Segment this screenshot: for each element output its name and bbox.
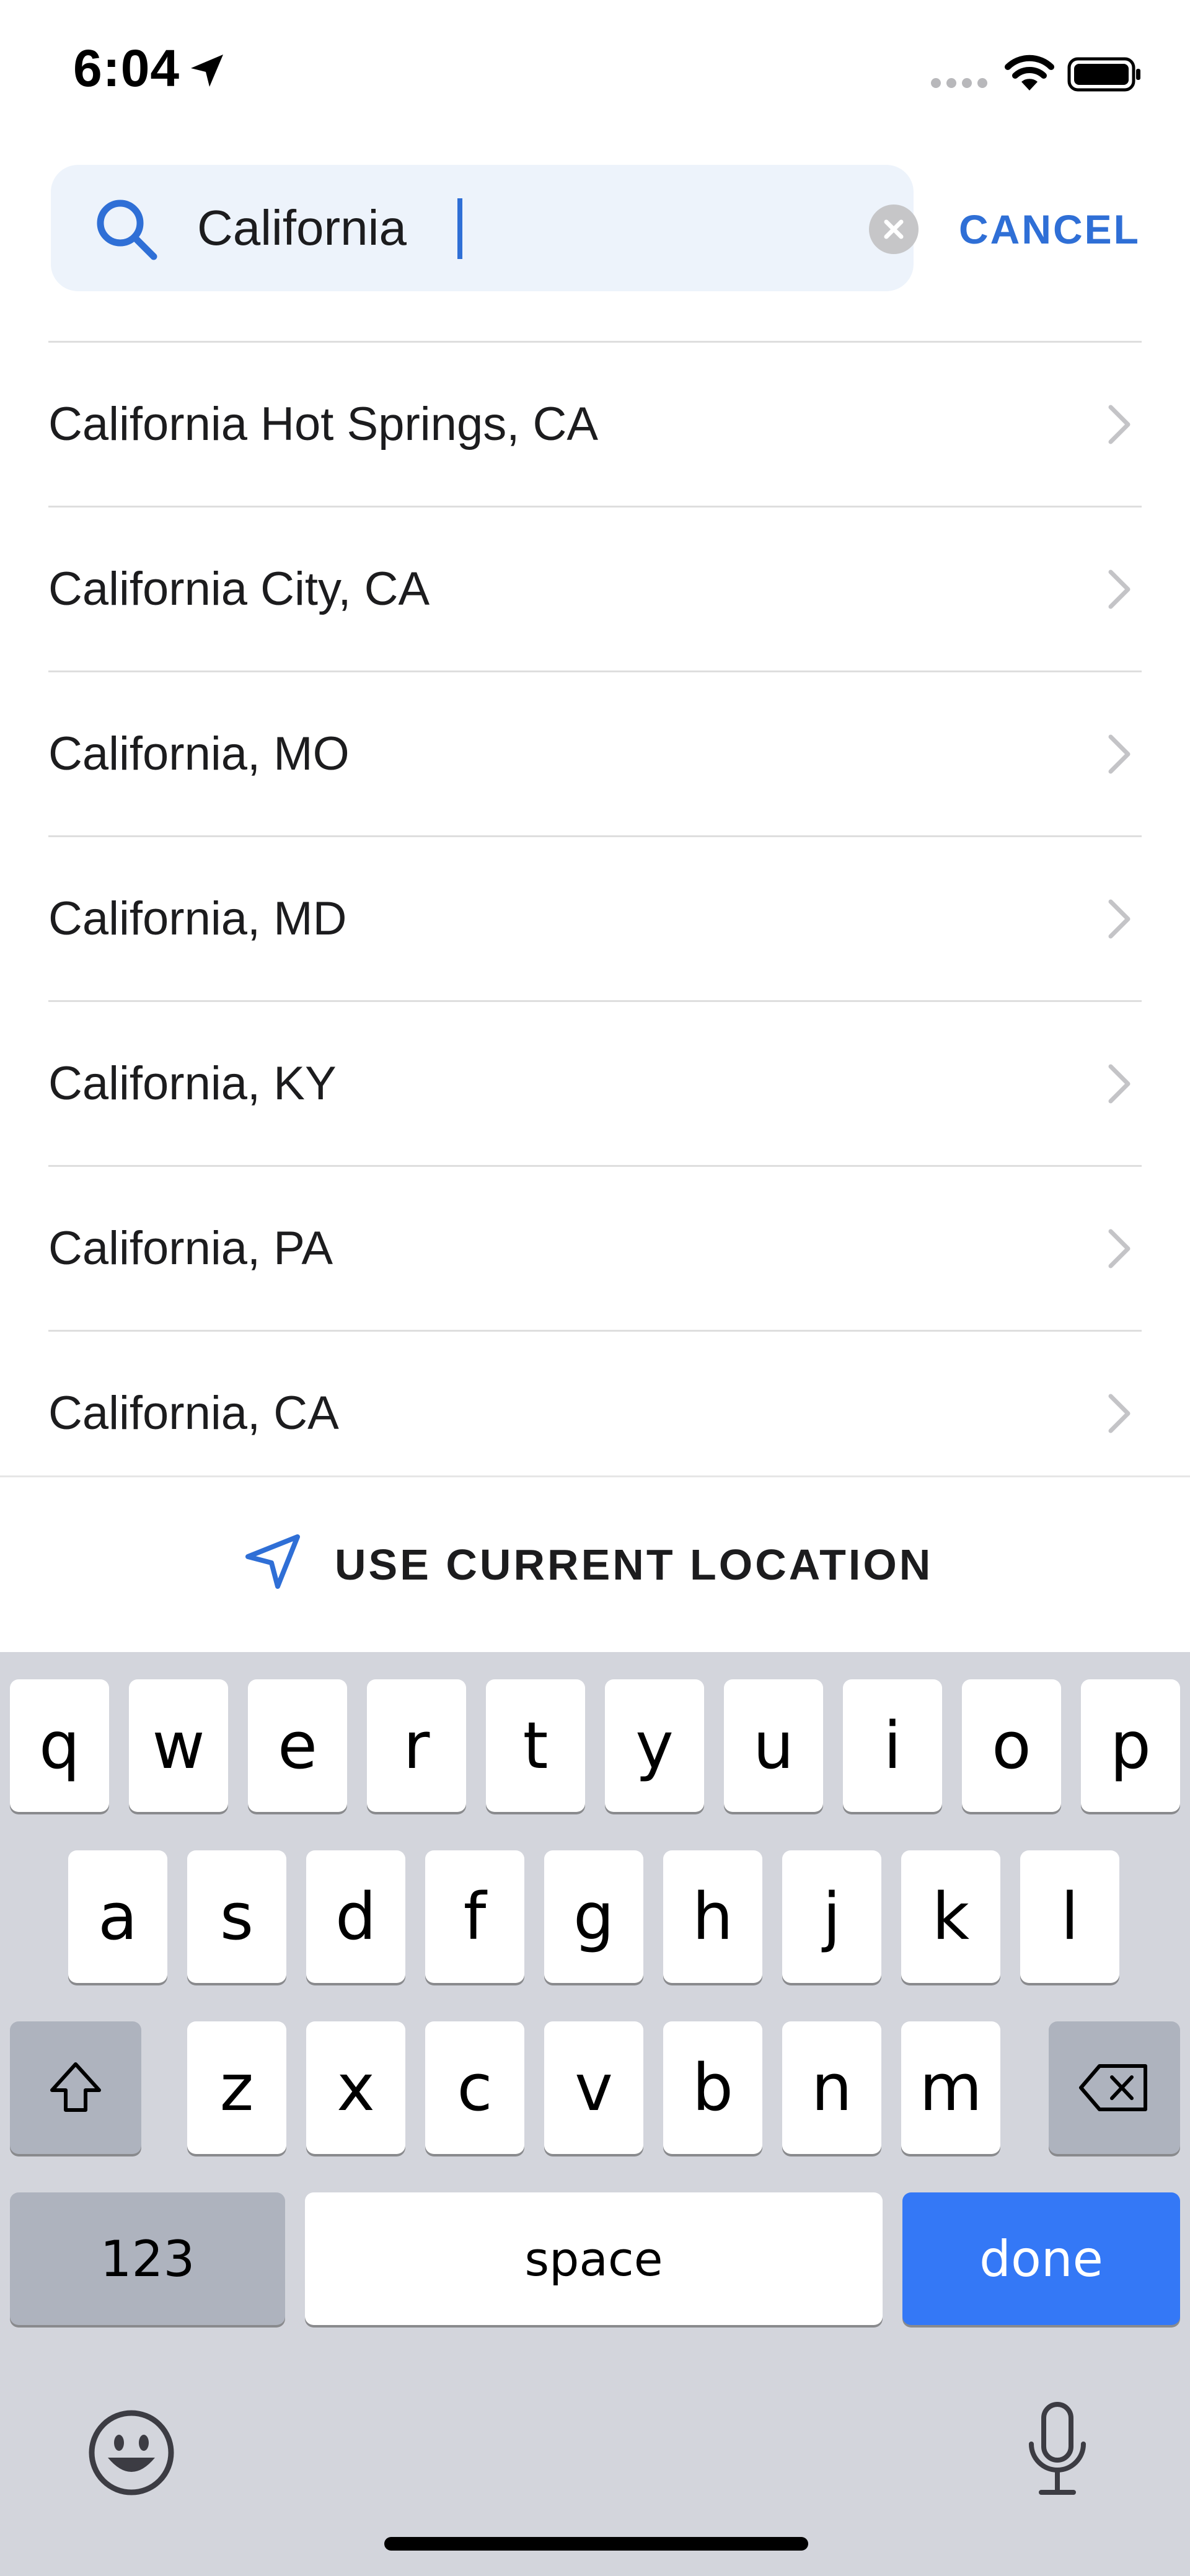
key-z[interactable]: z — [187, 2021, 286, 2154]
search-box[interactable] — [51, 165, 919, 291]
chevron-right-icon — [1108, 1064, 1130, 1104]
key-h[interactable]: h — [663, 1850, 762, 1983]
result-item[interactable]: California, KY — [48, 1002, 1142, 1167]
location-arrow-icon — [191, 55, 223, 87]
key-x[interactable]: x — [306, 2021, 405, 2154]
chevron-right-icon — [1108, 569, 1130, 609]
key-a[interactable]: a — [68, 1850, 167, 1983]
chevron-right-icon — [1108, 734, 1130, 774]
navigation-arrow-icon — [245, 1534, 300, 1589]
result-item[interactable]: California, MD — [48, 837, 1142, 1002]
search-input[interactable] — [197, 190, 817, 266]
use-current-location-label: USE CURRENT LOCATION — [335, 1541, 933, 1589]
result-label: California, CA — [48, 1387, 339, 1440]
key-w[interactable]: w — [129, 1679, 228, 1812]
key-y[interactable]: y — [605, 1679, 704, 1812]
status-bar: 6:04 — [0, 0, 1190, 143]
key-v[interactable]: v — [544, 2021, 643, 2154]
key-b[interactable]: b — [663, 2021, 762, 2154]
key-c[interactable]: c — [425, 2021, 524, 2154]
shift-key[interactable] — [10, 2021, 141, 2154]
result-item[interactable]: California, CA — [48, 1332, 1142, 1497]
result-label: California, MD — [48, 892, 347, 945]
signal-icon — [931, 78, 987, 88]
cancel-button[interactable]: CANCEL — [954, 198, 1140, 260]
result-item[interactable]: California, PA — [48, 1167, 1142, 1332]
numbers-key[interactable]: 123 — [10, 2192, 285, 2325]
backspace-icon — [1079, 2064, 1147, 2111]
result-item[interactable]: California Hot Springs, CA — [48, 343, 1142, 508]
key-p[interactable]: p — [1081, 1679, 1180, 1812]
key-t[interactable]: t — [486, 1679, 585, 1812]
key-s[interactable]: s — [187, 1850, 286, 1983]
result-item[interactable]: California City, CA — [48, 508, 1142, 672]
key-l[interactable]: l — [1020, 1850, 1119, 1983]
key-f[interactable]: f — [425, 1850, 524, 1983]
key-g[interactable]: g — [544, 1850, 643, 1983]
result-item[interactable]: California, MO — [48, 672, 1142, 837]
key-k[interactable]: k — [901, 1850, 1000, 1983]
status-time: 6:04 — [73, 39, 180, 97]
text-caret — [457, 198, 462, 259]
key-d[interactable]: d — [306, 1850, 405, 1983]
home-indicator[interactable] — [384, 2537, 808, 2551]
search-icon — [97, 200, 157, 260]
battery-icon — [1067, 57, 1140, 92]
key-n[interactable]: n — [782, 2021, 881, 2154]
result-label: California, PA — [48, 1222, 333, 1275]
clear-icon[interactable] — [869, 204, 919, 254]
use-current-location-button[interactable]: USE CURRENT LOCATION — [0, 1477, 1190, 1652]
result-label: California, MO — [48, 728, 350, 780]
key-i[interactable]: i — [843, 1679, 942, 1812]
chevron-right-icon — [1108, 1229, 1130, 1268]
key-j[interactable]: j — [782, 1850, 881, 1983]
emoji-icon[interactable] — [87, 2408, 176, 2497]
key-m[interactable]: m — [901, 2021, 1000, 2154]
key-e[interactable]: e — [248, 1679, 347, 1812]
key-q[interactable]: q — [10, 1679, 109, 1812]
results-list: California Hot Springs, CA California Ci… — [48, 341, 1142, 1497]
wifi-icon — [1005, 55, 1054, 90]
key-u[interactable]: u — [724, 1679, 823, 1812]
shift-icon — [50, 2062, 101, 2112]
done-key[interactable]: done — [902, 2192, 1180, 2325]
key-o[interactable]: o — [962, 1679, 1061, 1812]
chevron-right-icon — [1108, 899, 1130, 939]
result-label: California, KY — [48, 1057, 337, 1110]
key-r[interactable]: r — [367, 1679, 466, 1812]
keyboard: q w e r t y u i o p a s d f g h j k l z … — [0, 1652, 1190, 2576]
result-label: California City, CA — [48, 563, 430, 615]
result-label: California Hot Springs, CA — [48, 398, 599, 451]
chevron-right-icon — [1108, 1394, 1130, 1433]
space-key[interactable]: space — [305, 2192, 883, 2325]
microphone-icon[interactable] — [1023, 2401, 1092, 2500]
chevron-right-icon — [1108, 405, 1130, 444]
backspace-key[interactable] — [1049, 2021, 1180, 2154]
